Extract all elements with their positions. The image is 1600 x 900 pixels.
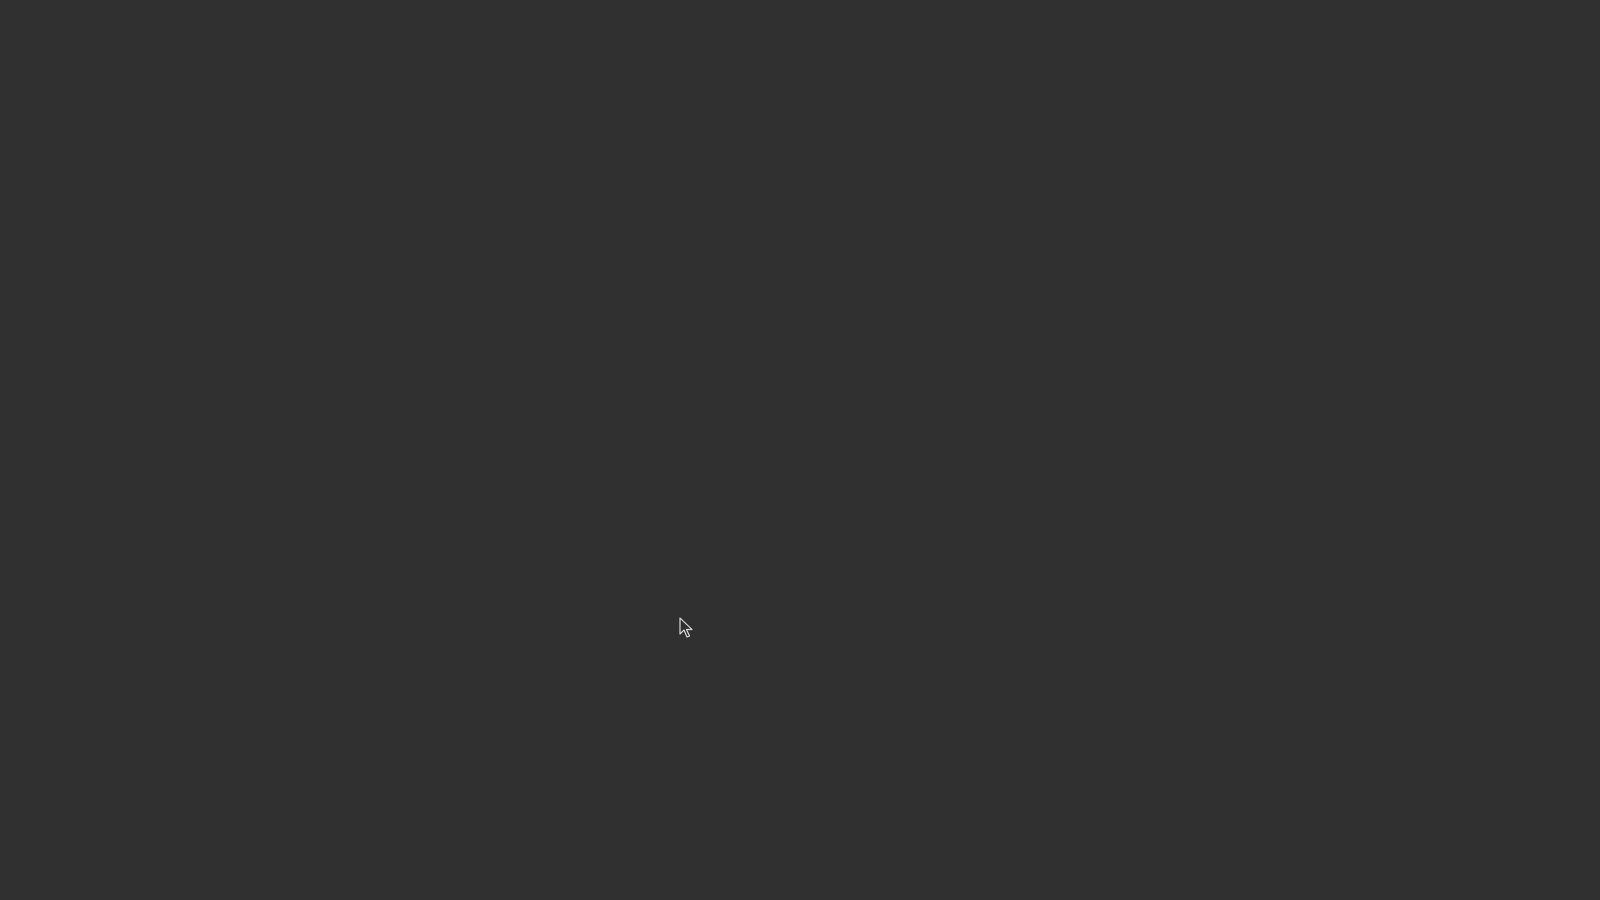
mouse-pointer-icon — [679, 617, 693, 639]
blank-screen — [0, 0, 1600, 900]
